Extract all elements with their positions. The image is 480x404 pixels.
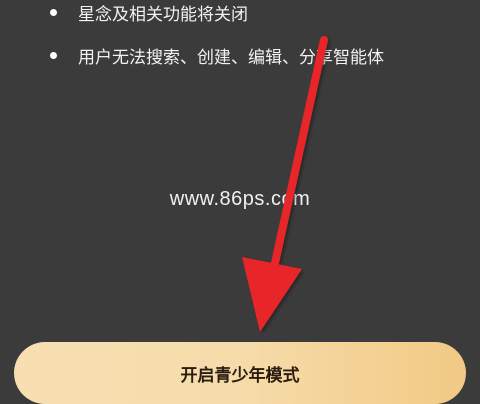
- bullet-text: 星念及相关功能将关闭: [78, 5, 248, 25]
- enable-teen-mode-button[interactable]: 开启青少年模式: [14, 342, 466, 404]
- arrow-head: [242, 257, 302, 332]
- bullet-dot-icon: [50, 52, 57, 59]
- arrow-shaft: [269, 36, 328, 276]
- bullet-text: 用户无法搜索、创建、编辑、分享智能体: [78, 48, 384, 68]
- watermark-text: www.86ps.com: [169, 188, 311, 210]
- bullet-dot-icon: [50, 9, 57, 16]
- bullet-item-features-closed: 星念及相关功能将关闭: [50, 0, 248, 25]
- bullet-item-agent-restrictions: 用户无法搜索、创建、编辑、分享智能体: [50, 43, 384, 68]
